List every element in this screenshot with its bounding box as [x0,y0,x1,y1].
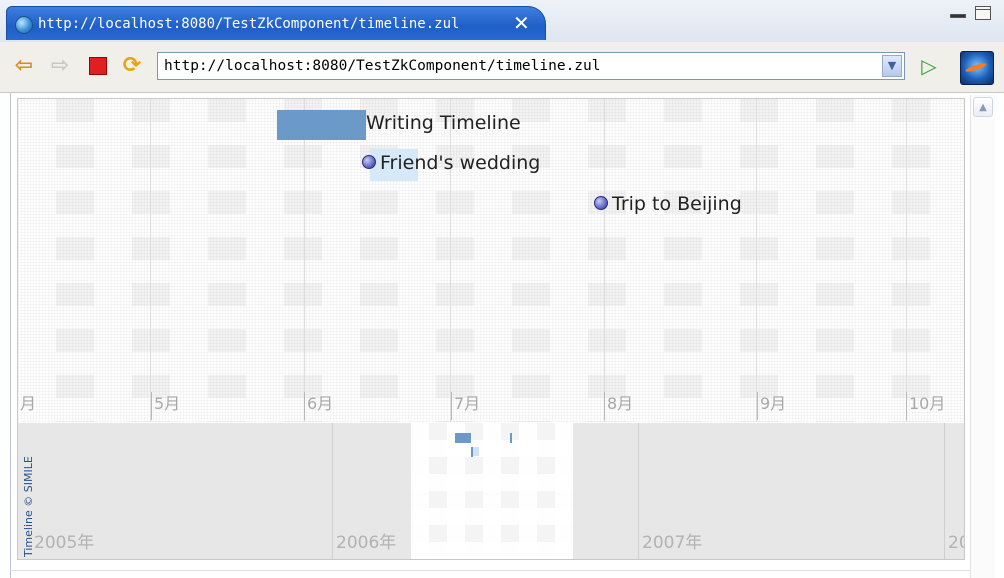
refresh-icon[interactable]: ⟳ [120,54,144,78]
event-label[interactable]: Trip to Beijing [612,193,742,215]
tab-title: http://localhost:8080/TestZkComponent/ti… [38,16,460,32]
browser-toolbar: ⇦ ⇨ ⟳ http://localhost:8080/TestZkCompon… [0,42,1004,93]
minimize-button[interactable] [950,14,966,18]
timeline-year-band[interactable]: 2005年 2006年 2007年 20 Timeline © SIMILE [18,423,964,559]
globe-icon [15,16,33,34]
vertical-scrollbar[interactable]: ▲ [970,95,995,578]
event-marker [471,447,473,457]
stop-icon[interactable] [86,54,110,78]
chevron-down-icon[interactable]: ▼ [882,55,902,77]
month-gridline [150,99,151,422]
go-icon[interactable]: ▷ [917,54,941,78]
tab-bar: http://localhost:8080/TestZkComponent/ti… [0,0,1004,43]
month-gridline [906,99,907,422]
event-label[interactable]: Writing Timeline [366,112,521,134]
month-label: 7月 [451,392,480,420]
month-label: 9月 [757,392,786,420]
event-dot-icon[interactable] [362,155,376,169]
year-label: 2005年 [34,533,95,553]
event-label[interactable]: Friend's wedding [380,152,540,174]
back-arrow-icon[interactable]: ⇦ [12,54,36,78]
eclipse-logo-icon [960,51,994,85]
address-bar[interactable]: http://localhost:8080/TestZkComponent/ti… [157,52,905,80]
event-duration-bar[interactable] [277,110,366,140]
year-label: 20 [948,533,964,553]
maximize-button[interactable] [975,6,991,20]
forward-arrow-icon[interactable]: ⇨ [48,54,72,78]
month-gridline [450,99,451,422]
month-label: 5月 [151,392,180,420]
year-label: 2006年 [336,533,397,553]
month-gridline [604,99,605,422]
divider [10,570,970,571]
event-dot-icon[interactable] [594,196,608,210]
browser-tab[interactable]: http://localhost:8080/TestZkComponent/ti… [6,6,546,40]
month-label: 8月 [604,392,633,420]
month-gridline [304,99,305,422]
credit-label[interactable]: Timeline © SIMILE [22,456,35,557]
month-gridline [756,99,757,422]
month-label: 月 [20,394,37,413]
timeline-month-band[interactable]: 月 5月 6月 7月 8月 9月 10月 Writing Timeline Fr… [18,99,964,422]
year-label: 2007年 [642,533,703,553]
close-tab-icon[interactable]: ✕ [513,11,530,35]
event-marker [455,433,471,443]
visible-range-highlight [411,423,573,559]
timeline-widget[interactable]: 月 5月 6月 7月 8月 9月 10月 Writing Timeline Fr… [17,98,965,560]
scroll-up-icon[interactable]: ▲ [973,97,993,117]
month-label: 10月 [906,392,945,420]
month-label: 6月 [304,392,333,420]
event-marker [510,433,512,443]
url-text[interactable]: http://localhost:8080/TestZkComponent/ti… [164,55,601,77]
